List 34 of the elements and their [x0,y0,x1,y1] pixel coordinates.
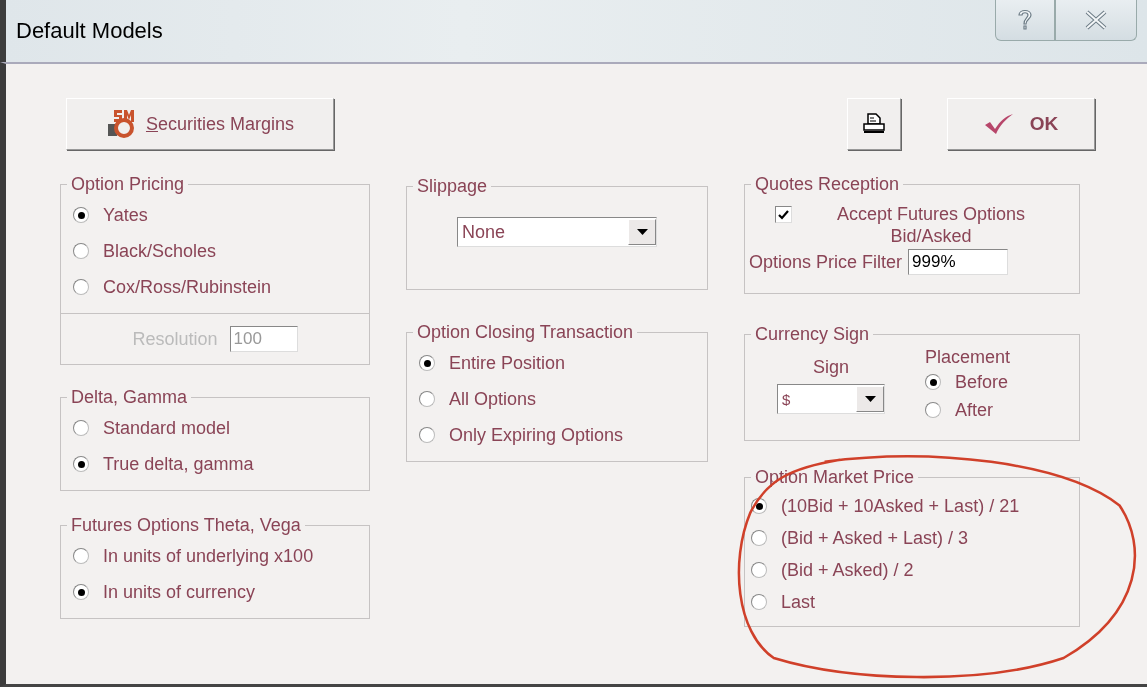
radio-label: (10Bid + 10Asked + Last) / 21 [781,495,1020,517]
radio-label: After [955,399,993,421]
group-title: Delta, Gamma [70,387,189,408]
group-title: Quotes Reception [754,174,901,195]
securities-margins-button[interactable]: Securities Margins [66,98,334,150]
group-title: Option Pricing [70,174,186,195]
filter-label: Options Price Filter [749,251,903,273]
radio-label: Only Expiring Options [449,424,624,446]
radio-label: (Bid + Asked + Last) / 3 [781,527,969,549]
checkbox-label: Accept Futures Options Bid/Asked [835,203,1027,247]
radio-label: Before [955,371,1009,393]
radio-label: Cox/Ross/Rubinstein [103,276,272,298]
group-title: Slippage [416,176,489,197]
window-title: Default Models [16,18,163,44]
ok-button[interactable]: OK [947,98,1095,150]
resolution-label: Resolution [132,328,218,350]
slippage-dropdown[interactable]: None [457,217,657,247]
radio-label: Entire Position [449,352,566,374]
sign-dropdown[interactable]: $ [777,384,885,414]
group-title: Currency Sign [754,324,871,345]
radio-label: True delta, gamma [103,453,254,475]
radio-label: Standard model [103,417,231,439]
radio-label: (Bid + Asked) / 2 [781,559,914,581]
radio-label: Yates [103,204,148,226]
radio-label: All Options [449,388,537,410]
filter-field[interactable]: 999% [908,249,1009,275]
radio-label: In units of underlying x100 [103,545,314,567]
radio-label: Last [781,591,816,613]
group-title: Option Closing Transaction [416,322,635,343]
group-title: Futures Options Theta, Vega [70,515,302,536]
radio-label: Black/Scholes [103,240,217,262]
sign-label: Sign [813,357,849,378]
radio-label: In units of currency [103,581,256,603]
placement-label: Placement [925,347,1011,368]
